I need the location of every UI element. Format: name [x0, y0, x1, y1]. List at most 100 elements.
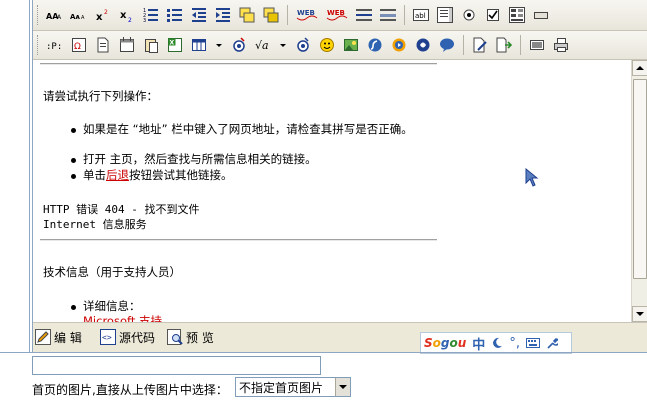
svg-text:2: 2 — [128, 17, 132, 22]
fullscreen-icon[interactable] — [527, 35, 547, 55]
insert-toolbar: :P: Ω X √a — [33, 31, 647, 60]
excel-icon[interactable]: X — [165, 35, 185, 55]
remote-file-icon[interactable] — [470, 35, 490, 55]
realplayer-icon[interactable] — [413, 35, 433, 55]
flash-icon[interactable] — [365, 35, 385, 55]
text-input[interactable] — [32, 356, 321, 375]
back-prefix: 单击 — [83, 168, 106, 182]
ime-toolbar[interactable]: Sogou 中 °, — [420, 332, 572, 354]
button-control-icon[interactable] — [531, 5, 551, 25]
checkbox-icon[interactable] — [483, 5, 503, 25]
bullet-back: 单击后退按钮尝试其他链接。 — [83, 168, 233, 183]
source-code-icon: <> — [100, 329, 116, 345]
svg-text:X: X — [170, 40, 175, 47]
svg-text:x: x — [96, 12, 103, 22]
mouse-cursor-icon — [525, 168, 539, 187]
web-text-red-icon[interactable]: WEB — [324, 5, 350, 25]
superscript-icon[interactable]: x2 — [93, 5, 113, 25]
radio-button-icon[interactable] — [459, 5, 479, 25]
sogou-logo: Sogou — [424, 336, 467, 350]
marquee-icon[interactable] — [378, 5, 398, 25]
quicktime-icon[interactable] — [437, 35, 457, 55]
form-icon[interactable] — [507, 5, 527, 25]
svg-text::P:: :P: — [46, 42, 62, 52]
front-image-select[interactable]: 不指定首页图片 — [235, 377, 351, 397]
upload-file-icon[interactable] — [494, 35, 514, 55]
format-toolbar: AA A Aᴀ A x2 x2 123 WEB WEB abl — [33, 0, 647, 31]
scroll-thumb[interactable] — [633, 79, 647, 279]
special-char-icon[interactable]: Ω — [69, 35, 89, 55]
tab-preview[interactable]: 预 览 — [167, 325, 214, 349]
scroll-down-button[interactable] — [632, 306, 647, 322]
front-image-label: 首页的图片,直接从上传图片中选择： — [32, 383, 228, 397]
toolbar-grip[interactable] — [37, 5, 40, 25]
bullet-marker — [71, 305, 76, 310]
scroll-up-button[interactable] — [632, 60, 647, 76]
background-color-icon[interactable] — [237, 5, 257, 25]
font-size-decrease-icon[interactable]: Aᴀ A — [69, 5, 89, 25]
bullet-marker — [71, 174, 76, 179]
unordered-list-icon[interactable] — [165, 5, 185, 25]
paragraph-icon[interactable]: :P: — [45, 35, 65, 55]
punctuation-indicator[interactable]: °, — [509, 336, 520, 351]
toolbar-separator — [404, 5, 405, 25]
editor-scrollbar[interactable] — [631, 60, 647, 322]
toolbar-separator — [287, 5, 288, 25]
bullet-marker — [71, 158, 76, 163]
text-field-icon[interactable]: abl — [411, 5, 431, 25]
frame-border — [29, 0, 30, 352]
section-divider — [0, 352, 647, 353]
editor-content[interactable]: 请尝试执行下列操作： 如果是在 “地址” 栏中键入了网页地址，请检查其拼写是否正… — [33, 60, 631, 322]
web-text-icon[interactable]: WEB — [294, 5, 320, 25]
textarea-icon[interactable] — [435, 5, 455, 25]
toolbar-grip[interactable] — [37, 35, 40, 55]
subscript-icon[interactable]: x2 — [117, 5, 137, 25]
microsoft-support-text: Microsoft 支持 — [83, 314, 162, 322]
svg-text:A: A — [57, 14, 62, 21]
table-icon[interactable] — [189, 35, 209, 55]
horizontal-rule — [40, 63, 437, 65]
tech-heading: 技术信息（用于支持人员） — [43, 265, 181, 279]
keyboard-icon[interactable] — [525, 337, 540, 349]
horizontal-rule — [40, 239, 437, 241]
image-icon[interactable] — [341, 35, 361, 55]
date-icon[interactable] — [117, 35, 137, 55]
svg-text:Ω: Ω — [74, 42, 81, 52]
svg-text:A: A — [81, 15, 85, 21]
formula-dropdown-icon[interactable] — [277, 35, 289, 55]
try-heading: 请尝试执行下列操作： — [43, 89, 158, 103]
ordered-list-icon[interactable]: 123 — [141, 5, 161, 25]
paste-icon[interactable] — [141, 35, 161, 55]
ime-mode-indicator[interactable]: 中 — [472, 334, 485, 353]
back-link[interactable]: 后退 — [106, 168, 129, 182]
horizontal-rule-icon[interactable] — [354, 5, 374, 25]
form-menu-icon[interactable] — [229, 35, 249, 55]
front-image-select-value: 不指定首页图片 — [239, 380, 324, 395]
outdent-icon[interactable] — [189, 5, 209, 25]
svg-text:x: x — [120, 10, 127, 21]
bullet-marker — [71, 128, 76, 133]
tab-source-label: 源代码 — [119, 330, 156, 345]
tab-edit[interactable]: 编 辑 — [35, 325, 82, 349]
back-suffix: 按钮尝试其他链接。 — [129, 168, 233, 182]
print-icon[interactable] — [551, 35, 571, 55]
svg-text:abl: abl — [415, 12, 426, 20]
left-panel-strip — [0, 0, 29, 352]
emoticon-icon[interactable] — [317, 35, 337, 55]
chevron-down-icon[interactable] — [335, 378, 350, 396]
tab-source[interactable]: <> 源代码 — [100, 325, 155, 349]
font-size-increase-icon[interactable]: AA A — [45, 5, 65, 25]
link-icon[interactable] — [293, 35, 313, 55]
table-dropdown-icon[interactable] — [213, 35, 225, 55]
document-icon[interactable] — [93, 35, 113, 55]
svg-text:√a: √a — [255, 39, 269, 52]
formula-icon[interactable]: √a — [253, 35, 273, 55]
indent-icon[interactable] — [213, 5, 233, 25]
moon-icon[interactable] — [491, 337, 503, 349]
bullet-address-check: 如果是在 “地址” 栏中键入了网页地址，请检查其拼写是否正确。 — [83, 122, 413, 136]
toolbar-separator — [463, 35, 464, 55]
layer-icon[interactable] — [261, 5, 281, 25]
wrench-icon[interactable] — [546, 337, 558, 349]
arrow-up-icon — [636, 66, 644, 70]
media-player-icon[interactable] — [389, 35, 409, 55]
